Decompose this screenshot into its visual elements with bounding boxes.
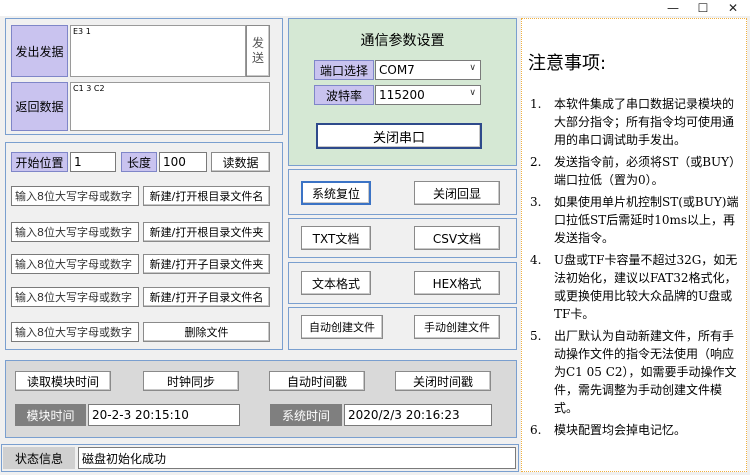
filename-input-2[interactable]: 输入8位大写字母或数字: [11, 222, 139, 242]
baud-rate-value: 115200: [379, 88, 425, 102]
list-item-text: 如果使用单片机控制ST(或BUY)端口拉低ST后需延时10ms以上，再发送指令。: [554, 195, 739, 245]
chevron-down-icon: ∨: [469, 88, 476, 98]
text-format-button[interactable]: 文本格式: [301, 271, 371, 295]
list-item-number: 3.: [530, 195, 542, 209]
length-label: 长度: [121, 152, 157, 172]
list-item-text: 出厂默认为自动新建文件，所有手动操作文件的指令无法使用（响应为C1 05 C2）…: [554, 329, 737, 415]
csv-doc-button[interactable]: CSV文档: [414, 226, 500, 250]
send-button-char-1: 发: [251, 36, 264, 50]
open-root-folder-button[interactable]: 新建/打开根目录文件夹: [143, 222, 270, 242]
notes-title: 注意事项:: [528, 53, 607, 74]
port-select-value: COM7: [379, 63, 415, 77]
filename-input-1[interactable]: 输入8位大写字母或数字: [11, 186, 139, 206]
list-item-text: 发送指令前，必须将ST（或BUY）端口拉低（置为0）。: [554, 155, 742, 187]
list-item: 5. 出厂默认为自动新建文件，所有手动操作文件的指令无法使用（响应为C1 05 C…: [530, 327, 744, 417]
list-item-text: 本软件集成了串口数据记录模块的大部分指令；所有指令均可使用通用的串口调试助手发出…: [554, 97, 735, 147]
list-item: 6. 模块配置均会掉电记忆。: [530, 421, 744, 439]
baud-rate-label: 波特率: [314, 85, 374, 105]
open-root-file-button[interactable]: 新建/打开根目录文件名: [143, 186, 270, 206]
send-button[interactable]: 发 送: [246, 25, 270, 77]
file-panel: [5, 142, 283, 350]
port-select-label: 端口选择: [314, 60, 374, 80]
auto-create-file-button[interactable]: 自动创建文件: [301, 315, 383, 339]
send-data-label: 发出发据: [11, 25, 68, 77]
list-item-number: 4.: [530, 253, 542, 267]
clock-sync-button[interactable]: 时钟同步: [143, 371, 239, 391]
txt-doc-button[interactable]: TXT文档: [301, 226, 371, 250]
open-sub-file-button[interactable]: 新建/打开子目录文件名: [143, 287, 270, 307]
manual-create-file-button[interactable]: 手动创建文件: [414, 315, 500, 339]
start-position-label: 开始位置: [11, 152, 68, 172]
module-time-value: 20-2-3 20:15:10: [88, 404, 240, 426]
delete-file-button[interactable]: 删除文件: [143, 322, 270, 342]
notes-panel: 注意事项: 1. 本软件集成了串口数据记录模块的大部分指令；所有指令均可使用通用的…: [521, 18, 747, 472]
open-sub-folder-button[interactable]: 新建/打开子目录文件夹: [143, 254, 270, 274]
maximize-icon[interactable]: ☐: [688, 0, 718, 16]
read-data-button[interactable]: 读数据: [211, 152, 270, 172]
module-time-label: 模块时间: [15, 404, 86, 426]
status-value: 磁盘初始化成功: [78, 447, 516, 469]
baud-rate-select[interactable]: 115200 ∨: [375, 85, 481, 105]
list-item-number: 2.: [530, 155, 542, 169]
list-item: 1. 本软件集成了串口数据记录模块的大部分指令；所有指令均可使用通用的串口调试助手…: [530, 95, 744, 149]
list-item: 3. 如果使用单片机控制ST(或BUY)端口拉低ST后需延时10ms以上，再发送指…: [530, 193, 744, 247]
title-bar: — ☐ ✕: [0, 0, 750, 16]
filename-input-5[interactable]: 输入8位大写字母或数字: [11, 322, 139, 342]
list-item-text: U盘或TF卡容量不超过32G，如无法初始化，建议以FAT32格式化，或更换使用比…: [554, 253, 738, 321]
system-reset-button[interactable]: 系统复位: [301, 181, 371, 205]
notes-list: 1. 本软件集成了串口数据记录模块的大部分指令；所有指令均可使用通用的串口调试助手…: [530, 95, 744, 443]
chevron-down-icon: ∨: [469, 63, 476, 73]
list-item: 2. 发送指令前，必须将ST（或BUY）端口拉低（置为0）。: [530, 153, 744, 189]
auto-timestamp-button[interactable]: 自动时间戳: [269, 371, 365, 391]
list-item-number: 6.: [530, 423, 542, 437]
return-data-output: C1 3 C2: [70, 82, 270, 131]
read-module-time-button[interactable]: 读取模块时间: [15, 371, 111, 391]
hex-format-button[interactable]: HEX格式: [414, 271, 500, 295]
list-item-number: 1.: [530, 97, 542, 111]
send-data-input[interactable]: E3 1: [70, 25, 246, 77]
system-time-label: 系统时间: [270, 404, 342, 426]
close-port-button[interactable]: 关闭串口: [316, 123, 482, 149]
status-label: 状态信息: [3, 447, 75, 469]
port-select[interactable]: COM7 ∨: [375, 60, 481, 80]
close-icon[interactable]: ✕: [718, 0, 748, 16]
list-item: 4. U盘或TF卡容量不超过32G，如无法初始化，建议以FAT32格式化，或更换使…: [530, 251, 744, 323]
start-position-input[interactable]: 1: [70, 152, 116, 172]
send-button-char-2: 送: [251, 51, 264, 65]
system-time-value: 2020/2/3 20:16:23: [344, 404, 492, 426]
echo-off-button[interactable]: 关闭回显: [414, 181, 500, 205]
list-item-text: 模块配置均会掉电记忆。: [554, 423, 687, 437]
filename-input-3[interactable]: 输入8位大写字母或数字: [11, 254, 139, 274]
list-item-number: 5.: [530, 329, 542, 343]
timestamp-off-button[interactable]: 关闭时间戳: [395, 371, 491, 391]
minimize-icon[interactable]: —: [658, 0, 688, 16]
length-input[interactable]: 100: [159, 152, 207, 172]
comm-panel-title: 通信参数设置: [360, 33, 445, 49]
return-data-label: 返回数据: [11, 82, 68, 131]
filename-input-4[interactable]: 输入8位大写字母或数字: [11, 287, 139, 307]
